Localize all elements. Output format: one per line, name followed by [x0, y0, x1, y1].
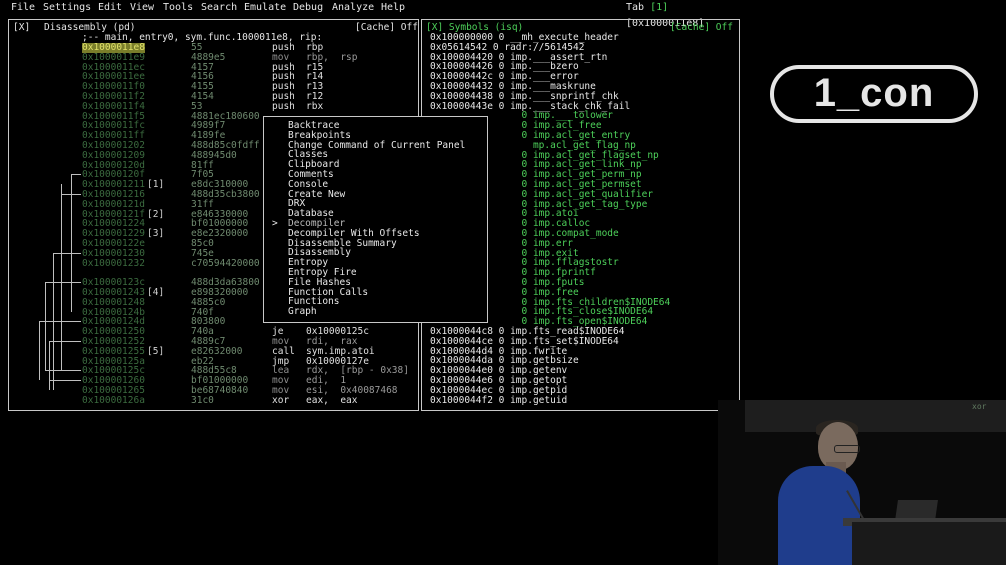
speaker-glasses — [834, 445, 860, 453]
jump-line — [61, 194, 81, 195]
jump-line — [39, 321, 40, 381]
jump-line — [49, 341, 50, 390]
conference-logo: 1_con — [770, 65, 978, 123]
disasm-address: 0x10000126a — [82, 394, 145, 406]
menu-settings[interactable]: Settings — [43, 0, 91, 16]
disasm-opcode: push — [272, 100, 295, 112]
jump-line — [61, 184, 62, 371]
menu-file[interactable]: File — [11, 0, 35, 16]
jump-label: [5] — [147, 345, 165, 357]
menu-help[interactable]: Help — [381, 0, 405, 16]
speaker-shirt — [778, 466, 860, 565]
disassembly-close-button[interactable]: [X] — [13, 23, 30, 33]
menu-item-graph[interactable]: Graph — [288, 307, 317, 317]
podium — [852, 522, 1006, 565]
menu-cursor: > — [272, 218, 278, 229]
disasm-operands: eax, eax — [306, 394, 358, 406]
jump-label: [3] — [147, 228, 165, 240]
disasm-bytes: c70594420000 — [191, 257, 260, 269]
menu-emulate[interactable]: Emulate — [244, 0, 286, 16]
menu-edit[interactable]: Edit — [98, 0, 122, 16]
screen-text: xor — [972, 402, 987, 411]
jump-line — [45, 282, 81, 284]
jump-line — [39, 321, 81, 323]
symbols-cache-toggle[interactable]: [Cache] Off — [670, 23, 733, 33]
tab-label: Tab — [626, 2, 645, 13]
jump-line — [49, 341, 81, 342]
disassembly-cache-toggle[interactable]: [Cache] Off — [355, 23, 418, 33]
jump-label: [4] — [147, 287, 165, 298]
menu-bar: File Settings Edit View Tools Search Emulate De… — [0, 0, 745, 29]
jump-line — [45, 370, 81, 372]
symbol-row[interactable]: 0x1000044f2 0 imp.getuid — [430, 395, 567, 406]
jump-line — [71, 174, 81, 176]
menu-tools[interactable]: Tools — [163, 0, 193, 16]
jump-line — [53, 252, 81, 254]
projector-screen — [745, 400, 1006, 432]
logo-text: 1_con — [813, 71, 935, 115]
menu-analyze[interactable]: Analyze — [332, 0, 374, 16]
disasm-row[interactable]: 0x10000126a 31c0 xor eax, eax — [9, 394, 418, 406]
disasm-address: 0x100001232 — [82, 257, 145, 269]
disasm-opcode: xor — [272, 394, 290, 406]
jump-line — [45, 282, 46, 371]
menu-view[interactable]: View — [130, 0, 154, 16]
menu-debug[interactable]: Debug — [293, 0, 323, 16]
jump-label: [2] — [147, 208, 165, 220]
disasm-row[interactable]: 0x1000011f2 4154 push r12 — [9, 92, 418, 102]
menu-search[interactable]: Search — [201, 0, 237, 16]
tab-index: [1] — [650, 2, 669, 13]
panel-command-menu[interactable]: > Backtrace Breakpoints Change Command of … — [263, 116, 488, 323]
disasm-bytes: 31c0 — [191, 394, 214, 406]
jump-line — [49, 380, 81, 382]
jump-label: [1] — [147, 179, 165, 191]
disasm-operands: rbx — [306, 100, 324, 112]
